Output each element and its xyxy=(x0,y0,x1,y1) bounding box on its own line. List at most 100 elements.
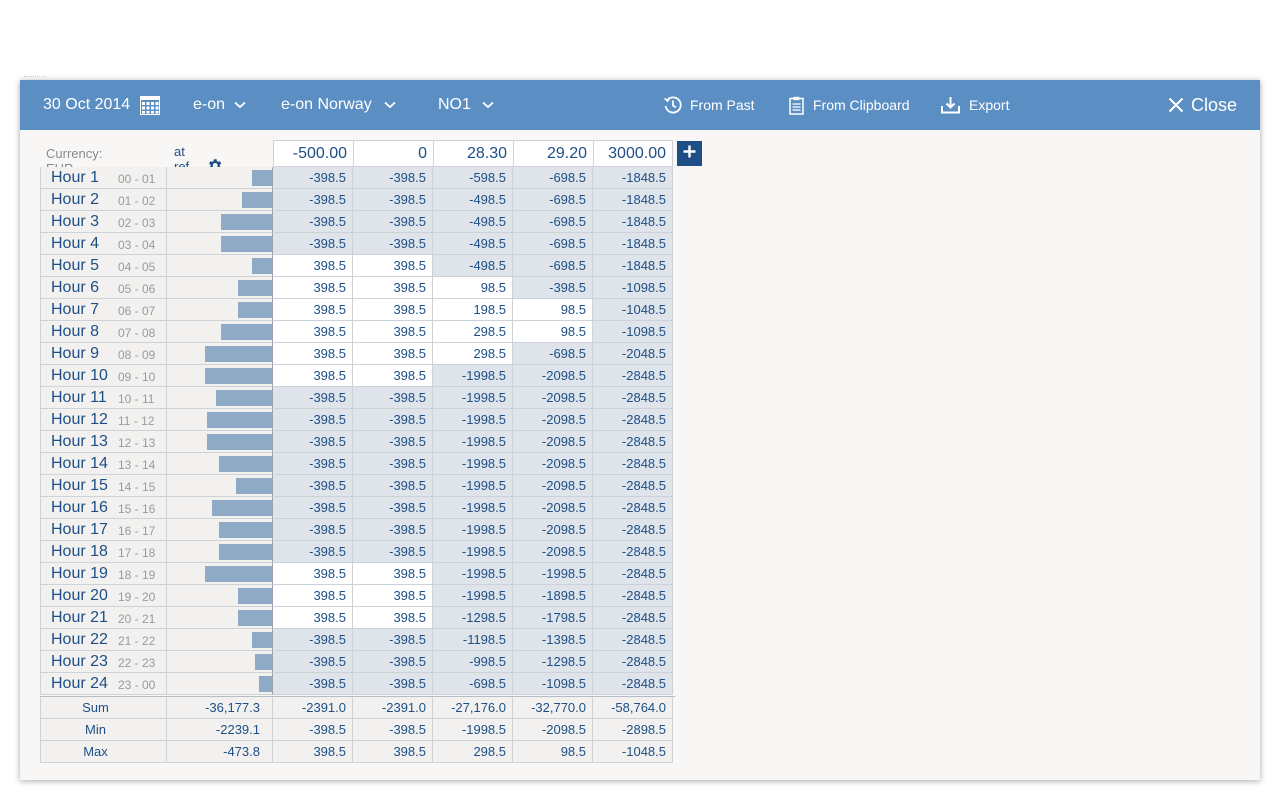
bid-value-cell[interactable]: -2848.5 xyxy=(593,431,673,453)
bid-value-cell[interactable]: -398.5 xyxy=(273,651,353,673)
bid-value-cell[interactable]: -398.5 xyxy=(273,475,353,497)
bid-value-cell[interactable]: -398.5 xyxy=(273,211,353,233)
bid-value-cell[interactable]: -1848.5 xyxy=(593,211,673,233)
price-header-cell[interactable]: 3000.00 xyxy=(593,140,673,167)
bid-value-cell[interactable]: -1048.5 xyxy=(593,299,673,321)
bid-value-cell[interactable]: -1098.5 xyxy=(593,277,673,299)
bid-value-cell[interactable]: -1998.5 xyxy=(433,365,513,387)
bid-value-cell[interactable]: -1848.5 xyxy=(593,167,673,189)
bid-value-cell[interactable]: -398.5 xyxy=(353,431,433,453)
bid-value-cell[interactable]: -1298.5 xyxy=(513,651,593,673)
bid-value-cell[interactable]: -698.5 xyxy=(513,343,593,365)
bid-value-cell[interactable]: -1898.5 xyxy=(513,585,593,607)
bid-value-cell[interactable]: 398.5 xyxy=(273,607,353,629)
bid-value-cell[interactable]: 398.5 xyxy=(273,585,353,607)
bid-value-cell[interactable]: -2848.5 xyxy=(593,387,673,409)
bid-value-cell[interactable]: 398.5 xyxy=(353,277,433,299)
bid-value-cell[interactable]: -2848.5 xyxy=(593,475,673,497)
bid-value-cell[interactable]: 398.5 xyxy=(273,343,353,365)
drag-handle[interactable] xyxy=(24,76,46,77)
bid-value-cell[interactable]: -1998.5 xyxy=(433,497,513,519)
bid-value-cell[interactable]: -398.5 xyxy=(273,233,353,255)
bid-value-cell[interactable]: -2848.5 xyxy=(593,519,673,541)
bid-value-cell[interactable]: -398.5 xyxy=(353,167,433,189)
bid-value-cell[interactable]: -2098.5 xyxy=(513,387,593,409)
bid-value-cell[interactable]: 398.5 xyxy=(353,607,433,629)
bid-value-cell[interactable]: -398.5 xyxy=(353,211,433,233)
bid-value-cell[interactable]: 398.5 xyxy=(273,321,353,343)
bid-value-cell[interactable]: -398.5 xyxy=(353,475,433,497)
bid-value-cell[interactable]: -398.5 xyxy=(353,519,433,541)
bid-value-cell[interactable]: -2098.5 xyxy=(513,365,593,387)
price-header-cell[interactable]: -500.00 xyxy=(273,140,353,167)
bid-value-cell[interactable]: -398.5 xyxy=(273,673,353,695)
bid-value-cell[interactable]: 398.5 xyxy=(273,255,353,277)
bid-value-cell[interactable]: -1998.5 xyxy=(513,563,593,585)
bid-value-cell[interactable]: -398.5 xyxy=(273,541,353,563)
bid-value-cell[interactable]: 298.5 xyxy=(433,343,513,365)
bid-value-cell[interactable]: -1848.5 xyxy=(593,233,673,255)
bid-value-cell[interactable]: -1998.5 xyxy=(433,563,513,585)
bid-value-cell[interactable]: -2848.5 xyxy=(593,651,673,673)
bid-value-cell[interactable]: -2098.5 xyxy=(513,541,593,563)
bid-value-cell[interactable]: 398.5 xyxy=(353,321,433,343)
bid-value-cell[interactable]: -1998.5 xyxy=(433,585,513,607)
bid-value-cell[interactable]: -2848.5 xyxy=(593,629,673,651)
bid-value-cell[interactable]: -1848.5 xyxy=(593,189,673,211)
portfolio-dropdown[interactable]: e-on Norway xyxy=(281,80,396,130)
add-price-column-button[interactable] xyxy=(677,141,702,166)
bid-value-cell[interactable]: -1398.5 xyxy=(513,629,593,651)
bid-value-cell[interactable]: -398.5 xyxy=(353,673,433,695)
bid-value-cell[interactable]: -1998.5 xyxy=(433,475,513,497)
bid-value-cell[interactable]: 98.5 xyxy=(513,321,593,343)
bid-value-cell[interactable]: -398.5 xyxy=(353,409,433,431)
bid-value-cell[interactable]: -398.5 xyxy=(353,629,433,651)
date-picker[interactable]: 30 Oct 2014 xyxy=(43,80,161,130)
bid-value-cell[interactable]: -398.5 xyxy=(273,519,353,541)
bid-value-cell[interactable]: 298.5 xyxy=(433,321,513,343)
bid-value-cell[interactable]: -398.5 xyxy=(353,541,433,563)
bid-value-cell[interactable]: -2848.5 xyxy=(593,585,673,607)
bid-value-cell[interactable]: -698.5 xyxy=(513,167,593,189)
calendar-icon[interactable] xyxy=(140,95,161,115)
bid-value-cell[interactable]: -398.5 xyxy=(273,431,353,453)
close-button[interactable]: Close xyxy=(1168,80,1237,130)
bid-value-cell[interactable]: -2848.5 xyxy=(593,563,673,585)
bid-value-cell[interactable]: -398.5 xyxy=(273,629,353,651)
bid-value-cell[interactable]: -1298.5 xyxy=(433,607,513,629)
bid-value-cell[interactable]: -2848.5 xyxy=(593,541,673,563)
bid-value-cell[interactable]: -1998.5 xyxy=(433,519,513,541)
bid-value-cell[interactable]: -498.5 xyxy=(433,255,513,277)
bid-value-cell[interactable]: -398.5 xyxy=(273,167,353,189)
bid-value-cell[interactable]: -1998.5 xyxy=(433,409,513,431)
area-dropdown[interactable]: NO1 xyxy=(438,80,494,130)
from-past-button[interactable]: From Past xyxy=(663,80,755,130)
bid-value-cell[interactable]: -498.5 xyxy=(433,189,513,211)
bid-value-cell[interactable]: 398.5 xyxy=(273,299,353,321)
bid-value-cell[interactable]: -398.5 xyxy=(353,497,433,519)
bid-value-cell[interactable]: -2098.5 xyxy=(513,497,593,519)
bid-value-cell[interactable]: -398.5 xyxy=(353,651,433,673)
bid-value-cell[interactable]: -498.5 xyxy=(433,233,513,255)
bid-value-cell[interactable]: -2098.5 xyxy=(513,475,593,497)
bid-value-cell[interactable]: -2848.5 xyxy=(593,365,673,387)
bid-value-cell[interactable]: 398.5 xyxy=(273,277,353,299)
price-header-cell[interactable]: 0 xyxy=(353,140,433,167)
bid-value-cell[interactable]: -1798.5 xyxy=(513,607,593,629)
bid-value-cell[interactable]: 398.5 xyxy=(353,343,433,365)
bid-value-cell[interactable]: -698.5 xyxy=(433,673,513,695)
bid-value-cell[interactable]: 198.5 xyxy=(433,299,513,321)
bid-value-cell[interactable]: -1098.5 xyxy=(593,321,673,343)
bid-value-cell[interactable]: 98.5 xyxy=(513,299,593,321)
bid-value-cell[interactable]: -1998.5 xyxy=(433,453,513,475)
from-clipboard-button[interactable]: From Clipboard xyxy=(789,80,909,130)
company-dropdown[interactable]: e-on xyxy=(193,80,246,130)
bid-value-cell[interactable]: -398.5 xyxy=(353,453,433,475)
bid-value-cell[interactable]: 398.5 xyxy=(353,563,433,585)
bid-value-cell[interactable]: -398.5 xyxy=(513,277,593,299)
bid-value-cell[interactable]: -398.5 xyxy=(273,409,353,431)
export-button[interactable]: Export xyxy=(941,80,1009,130)
bid-value-cell[interactable]: -398.5 xyxy=(353,189,433,211)
bid-value-cell[interactable]: -2098.5 xyxy=(513,431,593,453)
bid-value-cell[interactable]: 398.5 xyxy=(273,365,353,387)
